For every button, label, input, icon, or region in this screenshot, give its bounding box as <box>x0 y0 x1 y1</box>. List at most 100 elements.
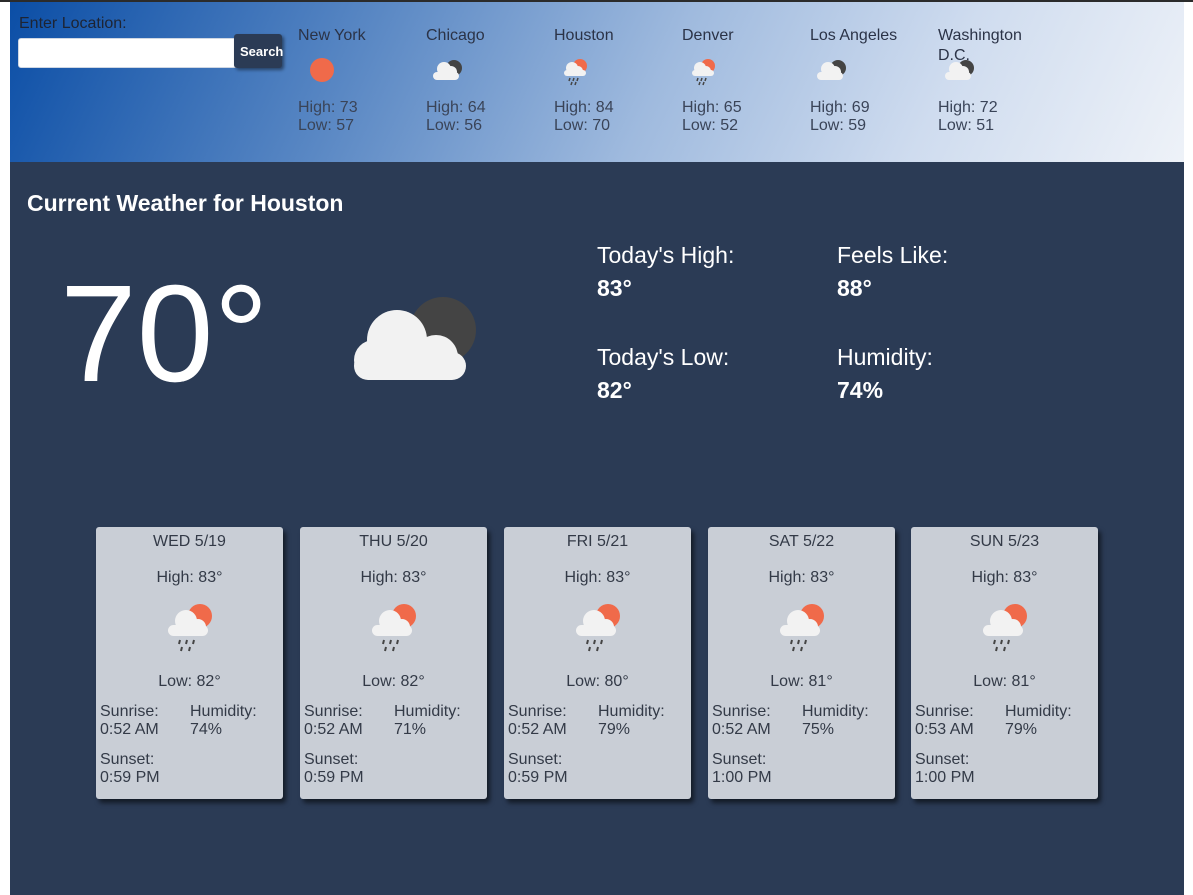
sunset-value: 0:59 PM <box>508 769 568 786</box>
cloudy-night-icon <box>354 297 476 380</box>
todays-low-value: 82° <box>597 377 632 403</box>
city-los-angeles[interactable]: Los Angeles High: 69 Low: 59 <box>810 26 930 134</box>
todays-low-label: Today's Low: <box>597 344 730 370</box>
forecast-high: High: 83° <box>971 569 1038 586</box>
sunset-label: Sunset: <box>915 751 970 768</box>
city-high: High: 72 <box>938 99 998 116</box>
forecast-day: FRI 5/21 <box>566 533 629 550</box>
city-name: Chicago <box>426 27 485 44</box>
city-high: High: 65 <box>682 99 742 116</box>
feels-like-label: Feels Like: <box>837 242 949 268</box>
todays-high-value: 83° <box>597 275 632 301</box>
forecast-high: High: 83° <box>768 569 835 586</box>
sunrise-label: Sunrise: <box>712 703 771 720</box>
city-high: High: 84 <box>554 99 614 116</box>
forecast-card: WED 5/19 High: 83° Low: 82° Sunrise: 0:5… <box>96 527 283 799</box>
humidity-label: Humidity: <box>802 703 869 720</box>
city-low: Low: 57 <box>298 117 355 134</box>
rain-sun-icon <box>576 604 620 652</box>
sunrise-label: Sunrise: <box>508 703 567 720</box>
forecast-card: SUN 5/23 High: 83° Low: 81° Sunrise: 0:5… <box>911 527 1098 799</box>
city-name: Los Angeles <box>810 27 898 44</box>
cloudy-night-icon <box>817 60 846 80</box>
city-low: Low: 70 <box>554 117 611 134</box>
city-houston[interactable]: Houston High: 84 Low: 70 <box>554 26 674 134</box>
rain-sun-icon <box>372 604 416 652</box>
forecast-low: Low: 81° <box>973 673 1036 690</box>
sunrise-value: 0:53 AM <box>915 721 974 738</box>
city-low: Low: 56 <box>426 117 483 134</box>
humidity-label: Humidity: <box>190 703 257 720</box>
humidity-value: 79% <box>598 721 631 738</box>
city-denver[interactable]: Denver High: 65 Low: 52 <box>682 26 802 134</box>
sunrise-value: 0:52 AM <box>712 721 771 738</box>
city-washington-dc[interactable]: Washington D.C. High: 72 Low: 51 <box>938 26 1058 134</box>
sunset-label: Sunset: <box>508 751 563 768</box>
city-low: Low: 52 <box>682 117 739 134</box>
city-name: Washington D.C. <box>938 27 1022 64</box>
forecast-high: High: 83° <box>564 569 631 586</box>
forecast-card: SAT 5/22 High: 83° Low: 81° Sunrise: 0:5… <box>708 527 895 799</box>
city-low: Low: 59 <box>810 117 867 134</box>
forecast-high: High: 83° <box>156 569 223 586</box>
sunrise-label: Sunrise: <box>100 703 159 720</box>
sunrise-value: 0:52 AM <box>100 721 159 738</box>
forecast-day: WED 5/19 <box>153 533 226 550</box>
sunset-label: Sunset: <box>304 751 359 768</box>
forecast-low: Low: 82° <box>158 673 221 690</box>
humidity-value: 74% <box>190 721 223 738</box>
rain-sun-icon <box>780 604 824 652</box>
city-name: New York <box>298 27 366 44</box>
forecast-day: SUN 5/23 <box>969 533 1040 550</box>
sunset-value: 1:00 PM <box>712 769 772 786</box>
sunset-label: Sunset: <box>712 751 767 768</box>
forecast-high: High: 83° <box>360 569 427 586</box>
weather-app: Enter Location: Search New York High: 73… <box>10 2 1184 895</box>
location-search-input[interactable] <box>18 38 240 68</box>
cloudy-night-icon <box>433 60 462 80</box>
city-name: Denver <box>682 27 734 44</box>
city-name: Houston <box>554 27 614 44</box>
humidity-value: 74% <box>837 377 884 403</box>
sunset-label: Sunset: <box>100 751 155 768</box>
city-chicago[interactable]: Chicago High: 64 Low: 56 <box>426 26 546 134</box>
sunny-icon <box>310 58 334 82</box>
search-button[interactable]: Search <box>234 34 283 68</box>
humidity-value: 79% <box>1005 721 1038 738</box>
forecast-low: Low: 81° <box>770 673 833 690</box>
sunset-value: 0:59 PM <box>304 769 364 786</box>
city-high: High: 69 <box>810 99 870 116</box>
search-label: Enter Location: <box>19 15 127 32</box>
current-weather-title: Current Weather for Houston <box>27 190 344 216</box>
forecast-day: SAT 5/22 <box>768 533 835 550</box>
forecast-low: Low: 82° <box>362 673 425 690</box>
rain-sun-icon <box>168 604 212 652</box>
humidity-label: Humidity: <box>837 344 933 370</box>
humidity-label: Humidity: <box>394 703 461 720</box>
sunset-value: 1:00 PM <box>915 769 975 786</box>
todays-high-label: Today's High: <box>597 242 735 268</box>
forecast-low: Low: 80° <box>566 673 629 690</box>
city-high: High: 73 <box>298 99 358 116</box>
sunset-value: 0:59 PM <box>100 769 160 786</box>
sunrise-value: 0:52 AM <box>508 721 567 738</box>
humidity-label: Humidity: <box>1005 703 1072 720</box>
rain-sun-icon <box>564 59 587 86</box>
sunrise-value: 0:52 AM <box>304 721 363 738</box>
feels-like-value: 88° <box>837 275 872 301</box>
header: Enter Location: Search New York High: 73… <box>10 2 1184 162</box>
forecast-card: FRI 5/21 High: 83° Low: 80° Sunrise: 0:5… <box>504 527 691 799</box>
city-high: High: 64 <box>426 99 486 116</box>
humidity-value: 75% <box>802 721 835 738</box>
humidity-label: Humidity: <box>598 703 665 720</box>
forecast-day: THU 5/20 <box>359 533 428 550</box>
city-low: Low: 51 <box>938 117 995 134</box>
city-new-york[interactable]: New York High: 73 Low: 57 <box>298 26 418 134</box>
forecast-card: THU 5/20 High: 83° Low: 82° Sunrise: 0:5… <box>300 527 487 799</box>
rain-sun-icon <box>692 59 715 86</box>
cloudy-night-icon <box>945 60 974 80</box>
sunrise-label: Sunrise: <box>304 703 363 720</box>
rain-sun-icon <box>983 604 1027 652</box>
current-temperature: 70° <box>60 257 269 411</box>
sunrise-label: Sunrise: <box>915 703 974 720</box>
